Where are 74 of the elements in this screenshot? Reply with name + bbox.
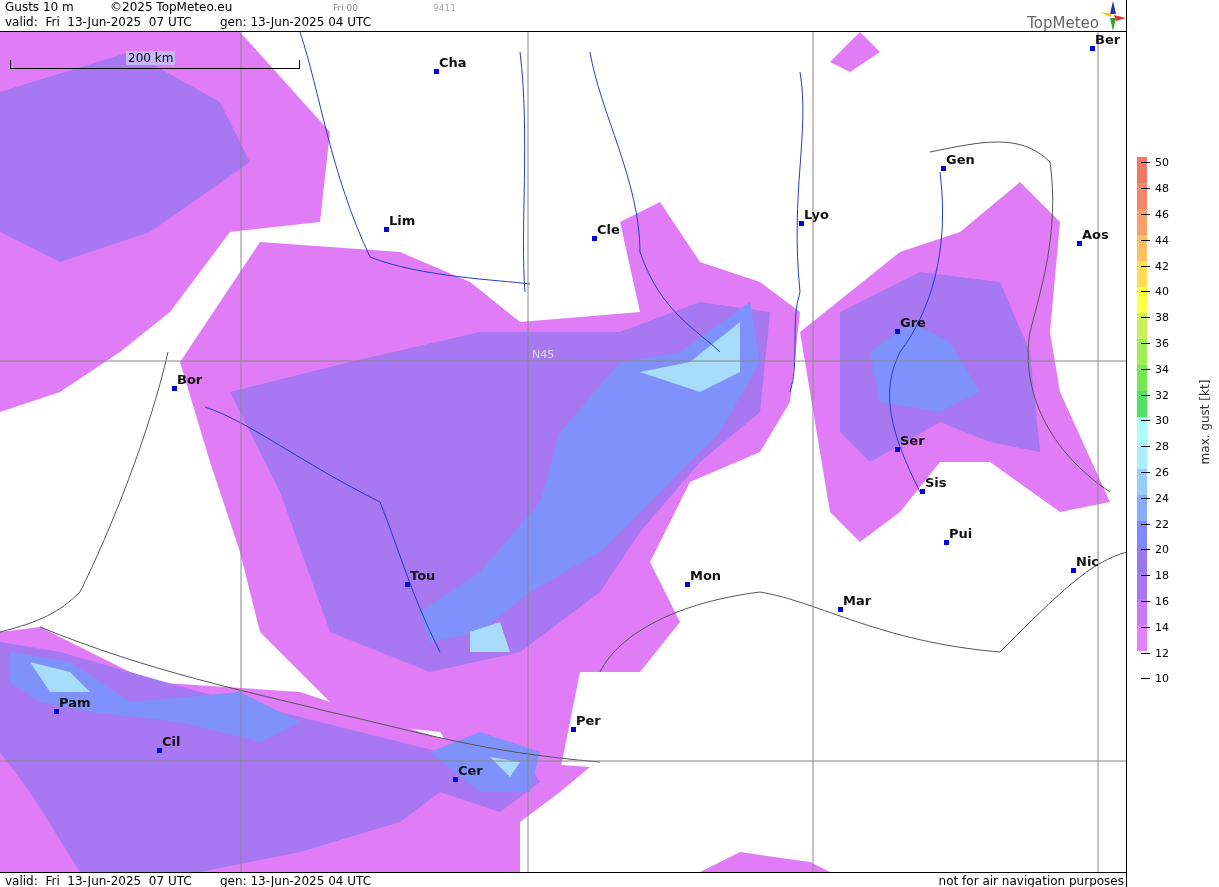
scale-tick-label: 50	[1155, 156, 1169, 170]
city-marker	[685, 582, 690, 587]
scale-tick-label: 40	[1155, 285, 1169, 299]
scale-tick-label: 38	[1155, 311, 1169, 325]
city-label: Mar	[843, 593, 872, 608]
city-label: Lim	[389, 213, 416, 228]
scale-tick-label: 16	[1155, 594, 1169, 608]
city-label: Lyo	[804, 207, 829, 222]
scale-tick-label: 46	[1155, 208, 1169, 221]
city-marker	[941, 166, 946, 171]
city-label: Pui	[949, 526, 973, 541]
city-label: Aos	[1082, 227, 1109, 242]
city-marker	[895, 329, 900, 334]
scale-tick-label: 10	[1155, 672, 1169, 686]
city-marker	[1071, 568, 1076, 573]
scale-tick-label: 36	[1155, 336, 1169, 350]
logo-text: TopMeteo	[1027, 15, 1099, 31]
scale-tick-label: 18	[1155, 569, 1169, 583]
scale-tick-label: 34	[1155, 362, 1169, 376]
scale-tick-label: 48	[1155, 182, 1169, 196]
city-label: Tou	[410, 568, 436, 583]
city-marker	[172, 386, 177, 391]
city-marker	[592, 236, 597, 241]
scale-label: 200 km	[126, 51, 176, 65]
city-marker	[1077, 241, 1082, 246]
city-label: Gen	[946, 152, 975, 167]
disclaimer-text: not for air navigation purposes	[938, 873, 1125, 887]
city-label: Ber	[1095, 32, 1121, 47]
latitude-label: N45	[532, 348, 555, 361]
city-label: Sis	[925, 475, 947, 490]
city-marker	[838, 607, 843, 612]
city-marker	[405, 582, 410, 587]
city-label: Nic	[1076, 554, 1100, 569]
generated-time: gen: 13-Jun-2025 04 UTC	[220, 15, 372, 30]
valid-time: valid: Fri 13-Jun-2025 07 UTC	[5, 873, 193, 887]
city-marker	[434, 69, 439, 74]
scale-tick-label: 28	[1155, 440, 1169, 454]
city-marker	[384, 227, 389, 232]
compass-star-icon	[1100, 1, 1126, 31]
city-label: Cil	[162, 734, 181, 749]
scale-tick-label: 20	[1155, 543, 1169, 557]
copyright-text: ©2025 TopMeteo.eu	[110, 0, 234, 15]
city-label: Ser	[900, 433, 925, 448]
scale-tick-label: 22	[1155, 517, 1169, 531]
city-label: Per	[576, 713, 601, 728]
scale-tick-label: 12	[1155, 646, 1169, 660]
city-marker	[799, 221, 804, 226]
city-marker	[571, 727, 576, 732]
run-label: Fri 00	[333, 2, 360, 15]
scale-tick-label: 44	[1155, 233, 1169, 247]
city-marker	[54, 709, 59, 714]
city-marker	[944, 540, 949, 545]
city-label: Gre	[900, 315, 926, 330]
city-marker	[895, 447, 900, 452]
city-marker	[1090, 46, 1095, 51]
scale-tick-label: 14	[1155, 620, 1169, 634]
generated-time: gen: 13-Jun-2025 04 UTC	[220, 873, 372, 887]
scale-tick-label: 26	[1155, 465, 1169, 479]
city-marker	[453, 777, 458, 782]
city-label: Cer	[458, 763, 483, 778]
scale-tick-label: 24	[1155, 491, 1169, 505]
valid-time: valid: Fri 13-Jun-2025 07 UTC	[5, 15, 193, 30]
code-label: 9411	[433, 2, 456, 15]
city-label: Cle	[597, 222, 620, 237]
legend-title: max. gust [kt]	[1198, 379, 1213, 465]
city-marker	[920, 489, 925, 494]
scale-tick-label: 42	[1155, 259, 1169, 273]
map-title: Gusts 10 m	[5, 0, 75, 15]
city-marker	[157, 748, 162, 753]
city-label: Pam	[59, 695, 91, 710]
scale-tick-label: 32	[1155, 388, 1169, 402]
city-label: Cha	[439, 55, 467, 70]
city-label: Mon	[690, 568, 722, 583]
scale-tick-label: 30	[1155, 414, 1169, 428]
